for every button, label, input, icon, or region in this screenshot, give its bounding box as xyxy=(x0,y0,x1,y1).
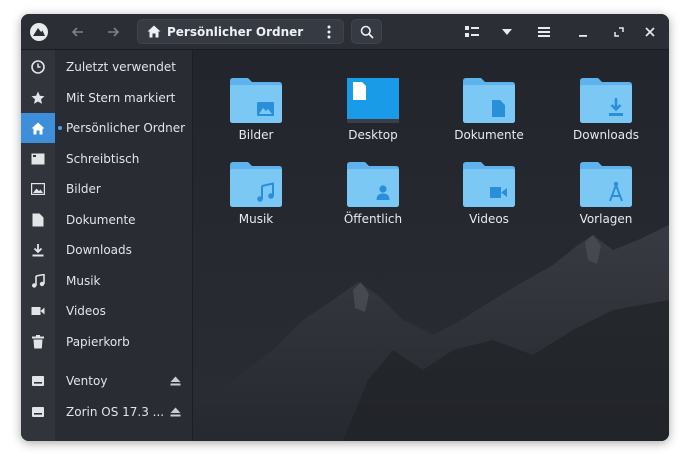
back-arrow-icon xyxy=(71,26,83,37)
home-icon xyxy=(21,113,55,143)
folder-label: Musik xyxy=(238,212,274,226)
folder-public-icon xyxy=(347,162,399,207)
sidebar-item-label: Papierkorb xyxy=(66,335,130,349)
content-area: Bilder Desktop Dokumente Downloads Musik… xyxy=(193,50,669,441)
sidebar-item-pictures[interactable]: Bilder xyxy=(21,174,192,204)
folder-vorlagen[interactable]: Vorlagen xyxy=(556,162,656,242)
close-icon xyxy=(645,26,655,37)
desktop-icon xyxy=(21,144,55,174)
kebab-menu-icon[interactable] xyxy=(321,25,337,39)
folder-videos[interactable]: Videos xyxy=(439,162,539,242)
sidebar-item-label: Ventoy xyxy=(66,374,108,388)
video-icon xyxy=(21,296,55,326)
drive-icon xyxy=(21,366,55,396)
minimize-icon xyxy=(579,34,587,37)
back-button[interactable] xyxy=(64,18,92,45)
sidebar-item-starred[interactable]: Mit Stern markiert xyxy=(21,83,192,113)
clock-icon xyxy=(21,52,55,82)
sidebar-item-label: Zuletzt verwendet xyxy=(66,60,176,74)
sidebar-item-videos[interactable]: Videos xyxy=(21,296,192,326)
folder-label: Desktop xyxy=(348,128,398,142)
hamburger-menu-icon xyxy=(538,26,550,37)
path-title: Persönlicher Ordner xyxy=(167,24,304,39)
folder-documents-icon xyxy=(463,78,515,123)
sidebar-item-recent[interactable]: Zuletzt verwendet xyxy=(21,52,192,82)
sidebar-item-label: Schreibtisch xyxy=(66,152,140,166)
folder-desktop-icon xyxy=(347,78,399,123)
sidebar-item-documents[interactable]: Dokumente xyxy=(21,205,192,235)
folder-templates-icon xyxy=(580,162,632,207)
view-options-button[interactable] xyxy=(493,18,521,45)
download-icon xyxy=(21,235,55,265)
sidebar-device-zorin[interactable]: Zorin OS 17.3 ... xyxy=(21,397,192,427)
sidebar-item-label: Persönlicher Ordner xyxy=(66,121,186,135)
drive-icon xyxy=(21,397,55,427)
main-menu-button[interactable] xyxy=(530,18,558,45)
home-icon xyxy=(147,25,161,38)
trash-icon xyxy=(21,327,55,357)
sidebar-item-music[interactable]: Musik xyxy=(21,266,192,296)
current-location-dot xyxy=(58,126,62,130)
music-icon xyxy=(21,266,55,296)
folder-label: Bilder xyxy=(238,128,274,142)
sidebar-item-home[interactable]: Persönlicher Ordner xyxy=(21,113,192,143)
search-button[interactable] xyxy=(351,19,382,44)
sidebar-item-downloads[interactable]: Downloads xyxy=(21,235,192,265)
sidebar-item-label: Musik xyxy=(66,274,101,288)
list-view-icon xyxy=(465,25,479,37)
close-button[interactable] xyxy=(636,18,664,45)
sidebar-item-label: Videos xyxy=(66,304,106,318)
eject-icon[interactable] xyxy=(168,376,182,386)
sidebar-item-label: Downloads xyxy=(66,243,132,257)
folder-label: Vorlagen xyxy=(579,212,633,226)
folder-music-icon xyxy=(230,162,282,207)
folder-label: Öffentlich xyxy=(343,212,403,226)
folder-downloads[interactable]: Downloads xyxy=(556,78,656,158)
chevron-down-icon xyxy=(502,28,512,35)
folder-bilder[interactable]: Bilder xyxy=(206,78,306,158)
sidebar: Zuletzt verwendet Mit Stern markiert Per… xyxy=(21,50,193,441)
folder-pictures-icon xyxy=(230,78,282,123)
folder-dokumente[interactable]: Dokumente xyxy=(439,78,539,158)
document-icon xyxy=(21,205,55,235)
folder-videos-icon xyxy=(463,162,515,207)
forward-button[interactable] xyxy=(99,18,127,45)
sidebar-item-label: Dokumente xyxy=(66,213,136,227)
image-icon xyxy=(21,174,55,204)
path-bar[interactable]: Persönlicher Ordner xyxy=(137,19,344,44)
folder-label: Downloads xyxy=(573,128,639,142)
sidebar-item-label: Zorin OS 17.3 ... xyxy=(66,405,165,419)
folder-label: Dokumente xyxy=(454,128,524,142)
folder-musik[interactable]: Musik xyxy=(206,162,306,242)
sidebar-item-desktop[interactable]: Schreibtisch xyxy=(21,144,192,174)
sidebar-item-label: Mit Stern markiert xyxy=(66,91,176,105)
sidebar-item-label: Bilder xyxy=(66,182,101,196)
folder-label: Videos xyxy=(469,212,509,226)
star-icon xyxy=(21,83,55,113)
zorin-logo-icon[interactable] xyxy=(25,18,53,45)
header-bar: Persönlicher Ordner xyxy=(21,14,669,50)
view-toggle-button[interactable] xyxy=(458,18,486,45)
folder-downloads-icon xyxy=(580,78,632,123)
search-icon xyxy=(360,25,374,39)
minimize-button[interactable] xyxy=(569,18,597,45)
folder-desktop[interactable]: Desktop xyxy=(323,78,423,158)
maximize-button[interactable] xyxy=(605,18,633,45)
sidebar-device-ventoy[interactable]: Ventoy xyxy=(21,366,192,396)
forward-arrow-icon xyxy=(108,26,120,37)
eject-icon[interactable] xyxy=(168,407,182,417)
folder-oeffentlich[interactable]: Öffentlich xyxy=(323,162,423,242)
file-manager-window: Persönlicher Ordner Zuletzt verwendet Mi… xyxy=(21,14,669,441)
maximize-icon xyxy=(614,26,624,37)
sidebar-item-trash[interactable]: Papierkorb xyxy=(21,327,192,357)
